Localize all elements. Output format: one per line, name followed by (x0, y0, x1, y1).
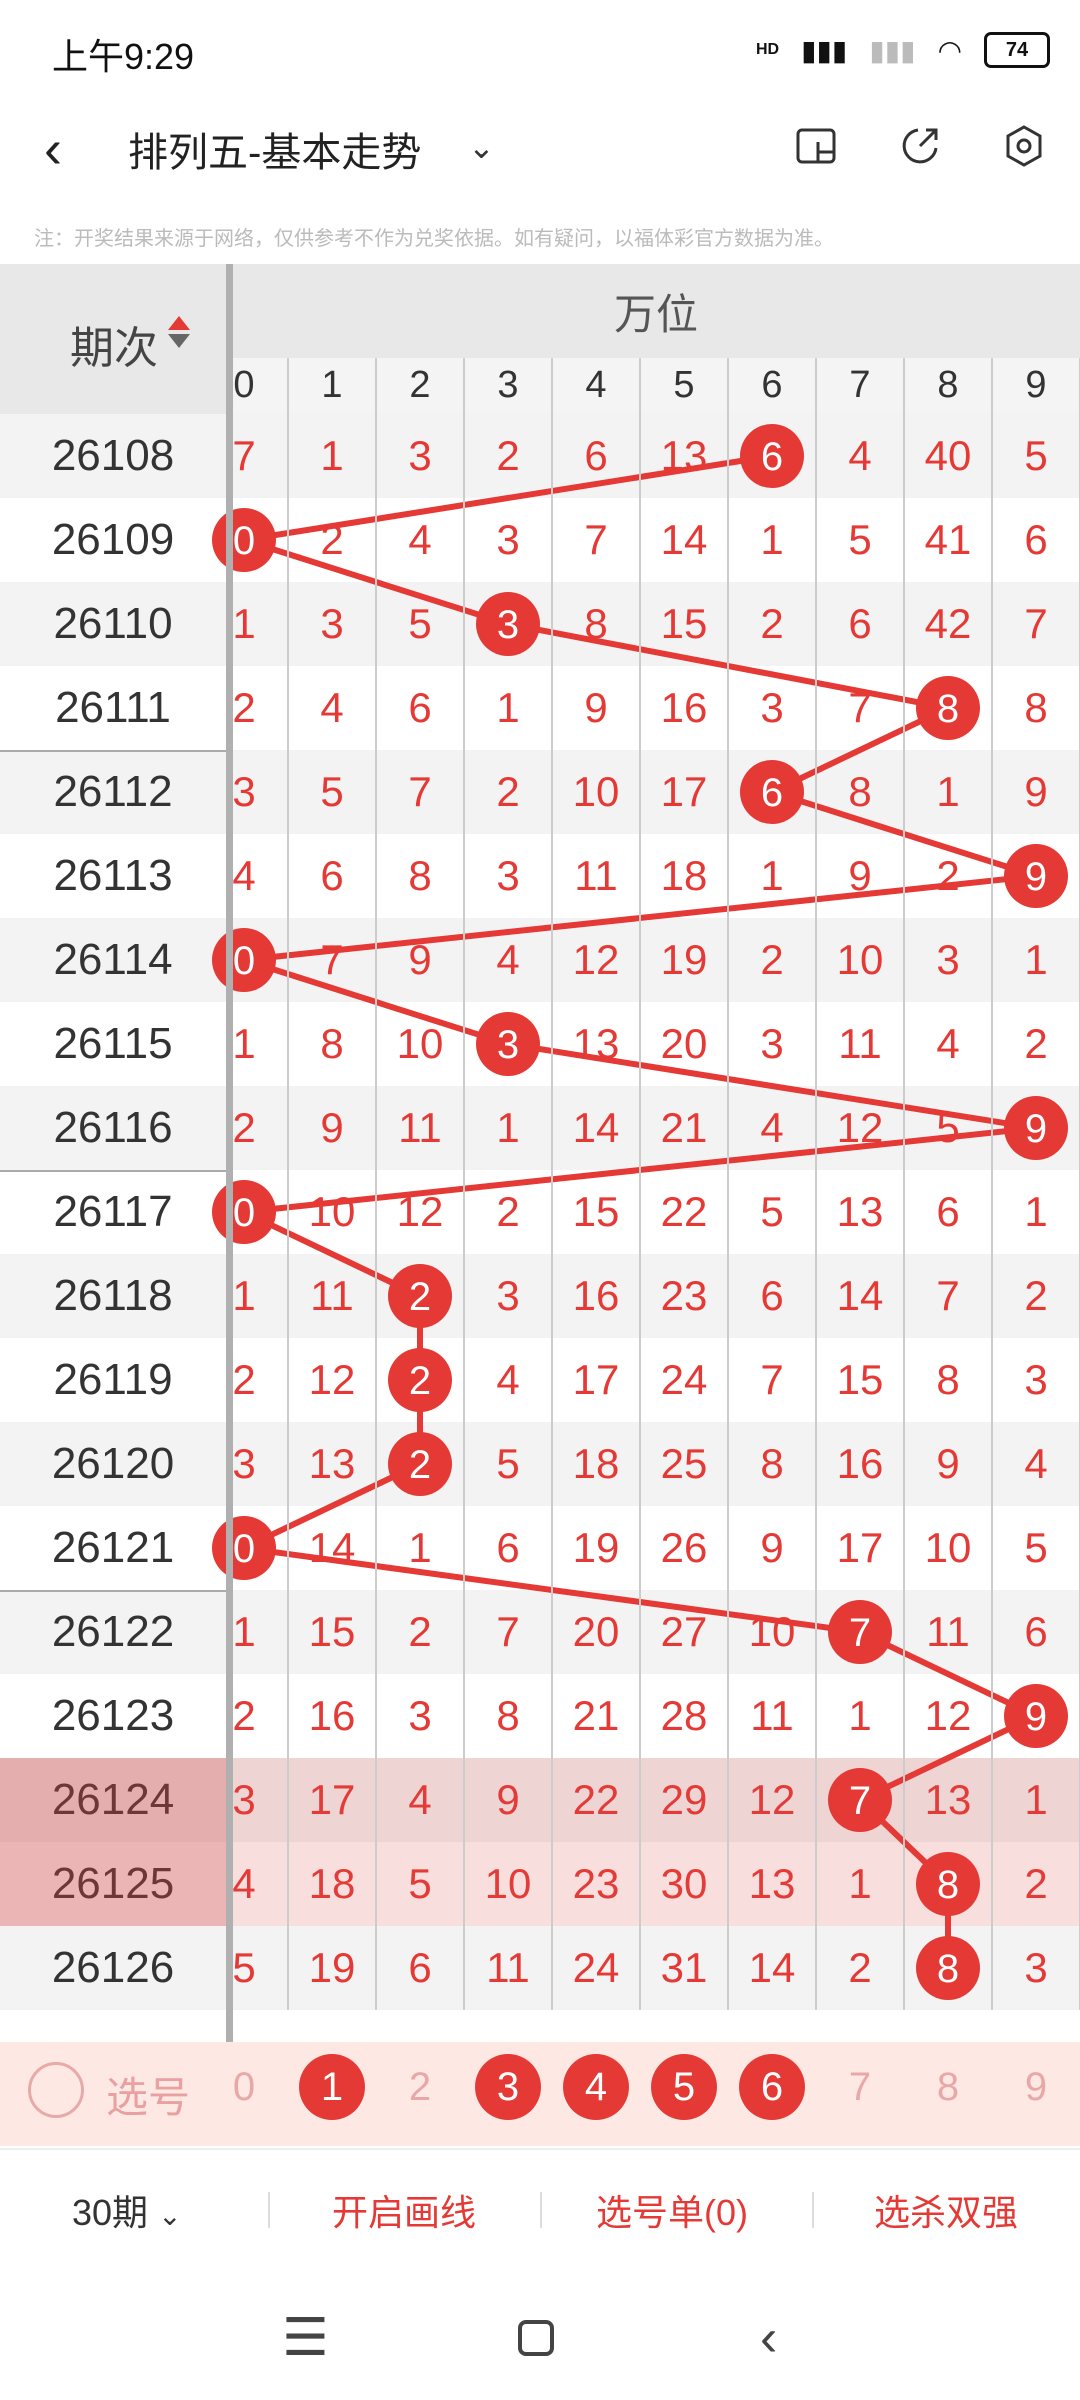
signal-icon: ▮▮▮ (801, 34, 848, 66)
hit-ball: 0 (212, 1180, 276, 1244)
back-icon[interactable]: ‹ (44, 118, 62, 180)
hit-number: 2 (409, 1275, 431, 1319)
settings-icon[interactable] (1000, 122, 1048, 170)
pick-number-7[interactable]: 7 (827, 2054, 893, 2120)
home-icon[interactable] (514, 2308, 558, 2373)
hit-number: 3 (497, 1023, 519, 1067)
filter-button[interactable]: 选杀双强 (874, 2184, 1018, 2236)
toolbar-separator (540, 2192, 542, 2228)
grid-line (375, 358, 377, 2010)
trend-table[interactable]: 期次 万位 0123456789 26108 7 1 3 2 6 13 4 40 5 26109 2 4… (0, 264, 1080, 2144)
pick-number-3[interactable]: 3 (475, 2054, 541, 2120)
grid-line (463, 358, 465, 2010)
pick-number-8[interactable]: 8 (915, 2054, 981, 2120)
period-select[interactable]: 30期 ⌄ (72, 2184, 182, 2236)
hit-number: 9 (1025, 1695, 1047, 1739)
hit-ball: 7 (828, 1768, 892, 1832)
pick-row: 选号 0123456789 (0, 2042, 1080, 2146)
hit-number: 6 (761, 435, 783, 479)
toolbar-separator (268, 2192, 270, 2228)
grid-line (551, 358, 553, 2010)
bottom-toolbar: 30期 ⌄ 开启画线 选号单(0) 选杀双强 (0, 2148, 1080, 2274)
hit-ball: 0 (212, 928, 276, 992)
signal-hd-label: HD (755, 41, 780, 58)
pick-number-1[interactable]: 1 (299, 2054, 365, 2120)
hit-ball: 8 (916, 1852, 980, 1916)
pick-number-0[interactable]: 0 (211, 2054, 277, 2120)
hit-number: 9 (1025, 855, 1047, 899)
pick-label: 选号 (106, 2074, 191, 2121)
disclaimer-text: 注：开奖结果来源于网络，仅供参考不作为兑奖依据。如有疑问，以福体彩官方数据为准。 (34, 228, 834, 250)
pick-number-6[interactable]: 6 (739, 2054, 805, 2120)
pick-number-2[interactable]: 2 (387, 2054, 453, 2120)
status-icons: HD ▮▮▮ ▮▮▮ ◠ 74 (756, 28, 1050, 72)
hit-ball: 9 (1004, 1096, 1068, 1160)
trend-line-layer: 6 0 3 8 6 9 0 3 9 0 2 2 2 0 7 9 7 8 8 (212, 424, 1068, 2000)
wifi-icon: ◠ (937, 34, 962, 66)
pick-radio-icon[interactable] (28, 2062, 84, 2118)
back-nav-icon[interactable]: ‹ (760, 2308, 777, 2368)
column-divider (226, 264, 233, 2144)
share-icon[interactable] (896, 122, 944, 170)
hit-number: 0 (233, 1527, 255, 1571)
grid-line (287, 358, 289, 2010)
toolbar-separator (812, 2192, 814, 2228)
period-label: 30期 (72, 2192, 149, 2233)
hit-number: 7 (849, 1779, 871, 1823)
grid-line (991, 358, 993, 2010)
hit-number: 7 (849, 1611, 871, 1655)
pick-number-9[interactable]: 9 (1003, 2054, 1069, 2120)
hit-number: 8 (937, 1863, 959, 1907)
hit-number: 9 (1025, 1107, 1047, 1151)
menu-icon[interactable]: ☰ (282, 2308, 329, 2368)
status-time: 上午9:29 (52, 36, 195, 77)
hit-ball: 8 (916, 1936, 980, 2000)
hit-number: 0 (233, 519, 255, 563)
hit-number: 6 (761, 771, 783, 815)
hit-number: 2 (409, 1443, 431, 1487)
hit-ball: 2 (388, 1348, 452, 1412)
grid-line (815, 358, 817, 2010)
hit-ball: 9 (1004, 1684, 1068, 1748)
hit-ball: 0 (212, 1516, 276, 1580)
signal-weak-icon: ▮▮▮ (869, 34, 916, 66)
hit-ball: 2 (388, 1264, 452, 1328)
hit-ball: 9 (1004, 844, 1068, 908)
grid-line (727, 358, 729, 2010)
hit-ball: 7 (828, 1600, 892, 1664)
hit-number: 0 (233, 1191, 255, 1235)
hit-number: 3 (497, 603, 519, 647)
hit-number: 0 (233, 939, 255, 983)
pick-list-button[interactable]: 选号单(0) (596, 2184, 748, 2236)
hit-ball: 6 (740, 760, 804, 824)
pick-number-4[interactable]: 4 (563, 2054, 629, 2120)
draw-lines-button[interactable]: 开启画线 (332, 2184, 476, 2236)
battery-icon: 74 (984, 32, 1050, 68)
hit-ball: 0 (212, 508, 276, 572)
hit-number: 8 (937, 1947, 959, 1991)
hit-ball: 2 (388, 1432, 452, 1496)
hit-ball: 8 (916, 676, 980, 740)
layout-icon[interactable] (792, 122, 840, 170)
chevron-down-icon[interactable]: ⌄ (468, 128, 495, 166)
hit-number: 8 (937, 687, 959, 731)
grid-line (639, 358, 641, 2010)
hit-ball: 6 (740, 424, 804, 488)
hit-number: 2 (409, 1359, 431, 1403)
hit-ball: 3 (476, 1012, 540, 1076)
page-title[interactable]: 排列五-基本走势 (128, 120, 421, 178)
pick-number-5[interactable]: 5 (651, 2054, 717, 2120)
hit-ball: 3 (476, 592, 540, 656)
chevron-down-icon: ⌄ (158, 2200, 182, 2231)
grid-line (903, 358, 905, 2010)
